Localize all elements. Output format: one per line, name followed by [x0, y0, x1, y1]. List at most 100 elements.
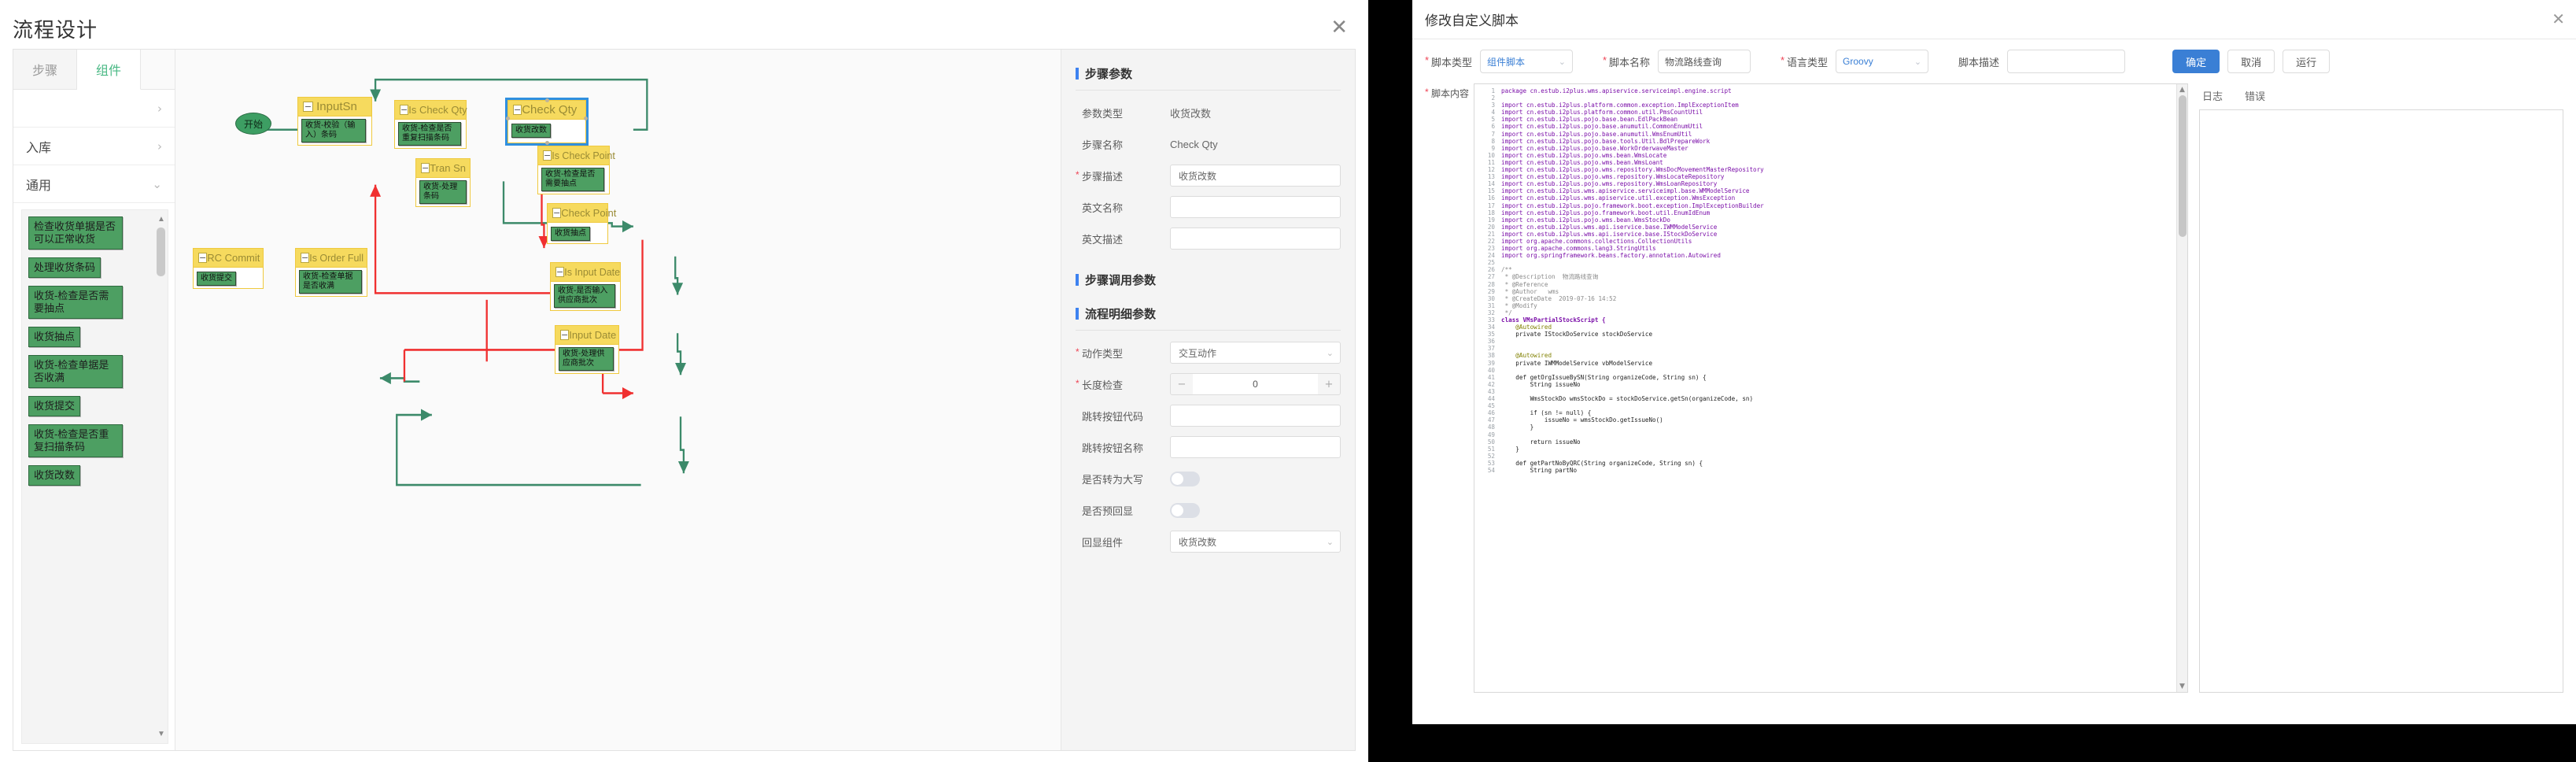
- palette-accordion: › 入库 › 通用 ⌄: [13, 90, 175, 203]
- line-number: 21: [1487, 230, 1496, 238]
- tab-steps[interactable]: 步骤: [13, 50, 78, 89]
- script-type-select[interactable]: 组件脚本 ⌄: [1480, 50, 1574, 73]
- field-step-name-label: 步骤名称: [1082, 139, 1124, 151]
- code-line-text: import cn.estub.i2plus.pojo.framework.bo…: [1501, 209, 1711, 216]
- code-line-text: import cn.estub.i2plus.pojo.wms.bean.Wms…: [1501, 216, 1670, 224]
- list-item[interactable]: 收货改数: [28, 465, 81, 486]
- accordion-group-general[interactable]: 通用 ⌄: [13, 165, 175, 203]
- required-marker: *: [1076, 377, 1079, 389]
- field-uppercase-label: 是否转为大写: [1082, 473, 1144, 486]
- confirm-button[interactable]: 确定: [2172, 50, 2220, 73]
- node-chip[interactable]: 收货改数: [511, 124, 551, 138]
- list-item[interactable]: 处理收货条码: [28, 257, 101, 278]
- pre-echo-toggle[interactable]: [1170, 502, 1200, 518]
- collapse-icon[interactable]: −: [303, 102, 313, 112]
- collapse-icon[interactable]: −: [555, 267, 565, 277]
- resize-handle[interactable]: [506, 117, 510, 120]
- scroll-down-icon[interactable]: ▼: [2179, 682, 2185, 690]
- line-number: 49: [1487, 431, 1496, 438]
- list-item[interactable]: 检查收货单据是否可以正常收货: [28, 216, 123, 250]
- code-editor[interactable]: 1 package cn.estub.i2plus.wms.apiservice.…: [1474, 83, 2188, 693]
- node-check-qty[interactable]: − Check Qty 收货改数: [505, 98, 589, 146]
- node-chip[interactable]: 收货-检查单据是否收满: [299, 270, 362, 294]
- scrollbar-thumb[interactable]: [157, 227, 165, 276]
- code-line-text: WmsStockDo wmsStockDo = stockDoService.g…: [1501, 395, 1754, 403]
- component-list-scrollbar[interactable]: ▲ ▼: [157, 215, 165, 738]
- node-chip[interactable]: 收货-处理供应商批次: [559, 347, 614, 371]
- collapse-icon[interactable]: −: [552, 208, 562, 218]
- flow-canvas[interactable]: 开始 − InputSn 收货-校验（输入）条码 − Is Check Qty …: [175, 50, 1061, 750]
- run-button[interactable]: 运行: [2283, 50, 2331, 73]
- step-desc-input[interactable]: 收货改数: [1170, 165, 1341, 187]
- node-input-date[interactable]: − Input Date 收货-处理供应商批次: [555, 325, 619, 374]
- resize-handle[interactable]: [584, 117, 588, 120]
- editor-scrollbar[interactable]: ▲ ▼: [2176, 84, 2187, 692]
- jump-btn-name-input[interactable]: [1170, 436, 1341, 458]
- list-item[interactable]: 收货-检查是否重复扫描条码: [28, 424, 123, 457]
- required-marker: *: [1603, 54, 1607, 66]
- node-is-input-date[interactable]: − Is Input Date 收货-是否输入供应商批次: [550, 262, 621, 311]
- length-check-stepper[interactable]: − 0 +: [1170, 373, 1341, 395]
- collapse-icon[interactable]: −: [513, 105, 522, 115]
- tab-components[interactable]: 组件: [77, 50, 142, 90]
- code-line: 33 class VMsPartialStockScript {: [1474, 316, 2175, 324]
- node-input-date-title: Input Date: [569, 329, 617, 341]
- lang-type-select[interactable]: Groovy ⌄: [1836, 50, 1929, 73]
- stepper-decrement-button[interactable]: −: [1171, 374, 1193, 394]
- accordion-group-inbound[interactable]: 入库 ›: [13, 128, 175, 165]
- action-type-select[interactable]: 交互动作 ⌄: [1170, 342, 1341, 364]
- node-chip[interactable]: 收货-校验（输入）条码: [301, 119, 366, 142]
- node-chip[interactable]: 收货抽点: [551, 227, 590, 241]
- collapse-icon[interactable]: −: [198, 253, 208, 263]
- node-chip[interactable]: 收货提交: [197, 272, 236, 286]
- node-is-order-full[interactable]: − Is Order Full 收货-检查单据是否收满: [295, 248, 367, 297]
- collapse-icon[interactable]: −: [560, 330, 570, 340]
- script-name-input[interactable]: 物流路线查询: [1658, 50, 1751, 73]
- collapse-icon[interactable]: −: [400, 105, 409, 115]
- code-text[interactable]: 1 package cn.estub.i2plus.wms.apiservice.…: [1474, 84, 2187, 692]
- resize-handle[interactable]: [545, 141, 549, 145]
- stepper-increment-button[interactable]: +: [1318, 374, 1340, 394]
- close-icon[interactable]: ✕: [1330, 17, 1348, 38]
- close-icon[interactable]: ✕: [2552, 9, 2565, 28]
- field-action-type-label-text: 动作类型: [1082, 347, 1124, 360]
- scroll-down-icon[interactable]: ▼: [157, 730, 165, 738]
- node-chip[interactable]: 收货-检查是否需要抽点: [541, 168, 604, 191]
- node-chip[interactable]: 收货-处理条码: [419, 180, 467, 204]
- scrollbar-thumb[interactable]: [2179, 95, 2187, 237]
- node-is-check-qty[interactable]: − Is Check Qty 收货-检查是否重复扫描条码: [394, 100, 467, 149]
- node-chip[interactable]: 收货-是否输入供应商批次: [554, 284, 615, 308]
- resize-handle[interactable]: [545, 98, 549, 102]
- script-desc-input[interactable]: [2007, 50, 2126, 73]
- stepper-value[interactable]: 0: [1193, 374, 1318, 394]
- node-tran-sn[interactable]: − Tran Sn 收货-处理条码: [415, 158, 471, 207]
- tab-log[interactable]: 日志: [2202, 88, 2223, 103]
- node-start[interactable]: 开始: [235, 113, 271, 135]
- accordion-group-0[interactable]: ›: [13, 90, 175, 128]
- en-desc-input[interactable]: [1170, 227, 1341, 250]
- tab-error[interactable]: 错误: [2245, 88, 2265, 103]
- scroll-up-icon[interactable]: ▲: [2179, 86, 2185, 94]
- code-line-text: * @CreateDate 2019-07-16 14:52: [1501, 294, 1617, 302]
- collapse-icon[interactable]: −: [543, 150, 552, 161]
- collapse-icon[interactable]: −: [421, 163, 430, 173]
- node-is-check-point[interactable]: − Is Check Point 收货-检查是否需要抽点: [537, 146, 615, 194]
- node-inputsn[interactable]: − InputSn 收货-校验（输入）条码: [297, 97, 372, 146]
- node-chip[interactable]: 收货-检查是否重复扫描条码: [398, 122, 461, 146]
- cancel-button[interactable]: 取消: [2227, 50, 2275, 73]
- jump-btn-code-input[interactable]: [1170, 405, 1341, 427]
- node-check-point[interactable]: − Check Point 收货抽点: [547, 203, 616, 244]
- list-item[interactable]: 收货-检查单据是否收满: [28, 355, 123, 388]
- echo-component-select[interactable]: 收货改数 ⌄: [1170, 531, 1341, 553]
- list-item[interactable]: 收货提交: [28, 396, 81, 416]
- collapse-icon[interactable]: −: [301, 253, 310, 263]
- code-line: 52: [1474, 453, 2175, 460]
- code-line: 39 private IWMModelService vbModelServic…: [1474, 360, 2175, 367]
- uppercase-toggle[interactable]: [1170, 471, 1200, 486]
- list-item[interactable]: 收货抽点: [28, 327, 81, 347]
- node-rc-commit[interactable]: − RC Commit 收货提交: [193, 248, 264, 289]
- line-number: 34: [1487, 324, 1496, 331]
- en-name-input[interactable]: [1170, 196, 1341, 218]
- scroll-up-icon[interactable]: ▲: [157, 215, 165, 224]
- list-item[interactable]: 收货-检查是否需要抽点: [28, 286, 123, 319]
